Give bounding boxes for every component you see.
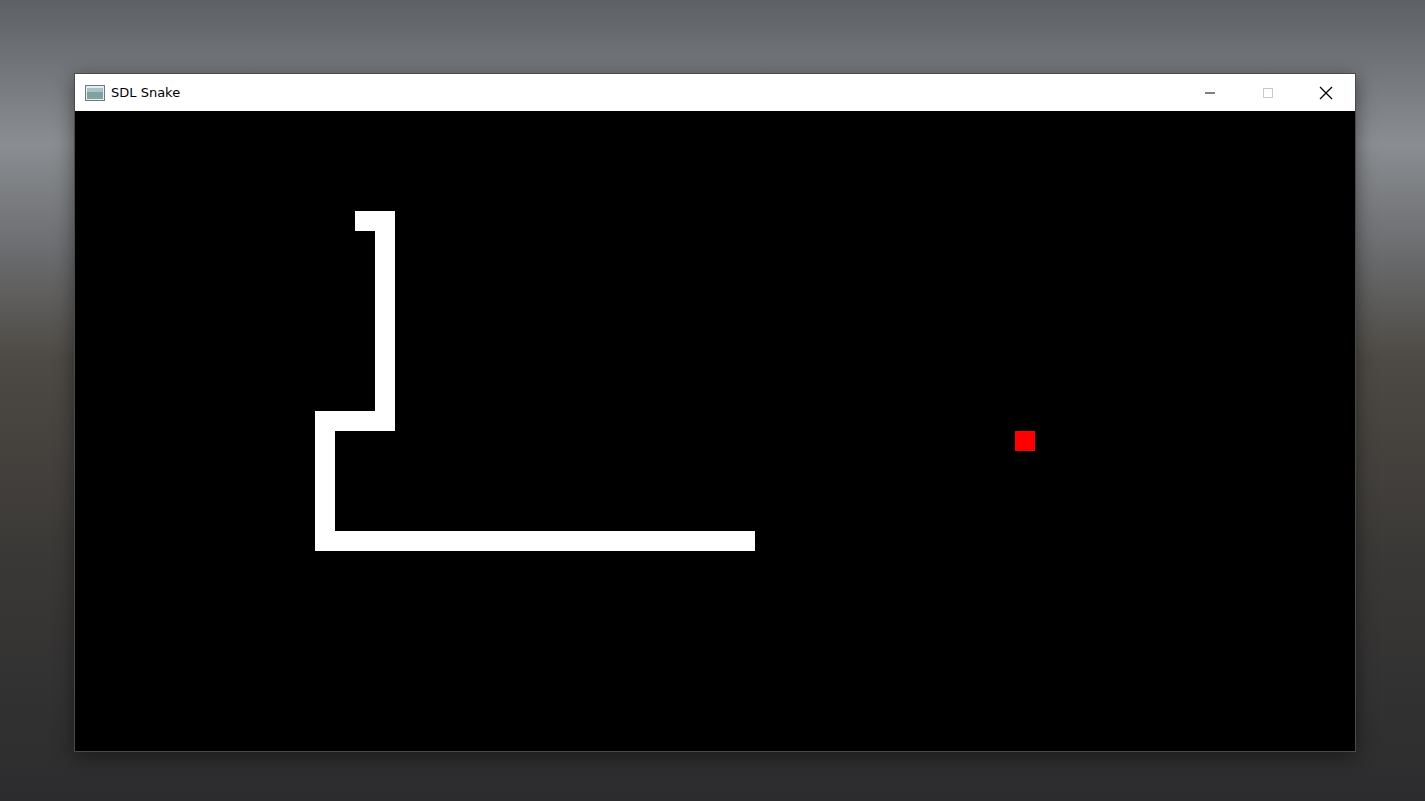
food — [1015, 431, 1035, 451]
snake-segment — [315, 451, 335, 471]
snake-segment — [535, 531, 555, 551]
snake-segment — [315, 431, 335, 451]
snake-segment — [315, 491, 335, 511]
snake-segment — [315, 531, 335, 551]
snake-segment — [635, 531, 655, 551]
snake-segment — [735, 531, 755, 551]
desktop: SDL Snake — [0, 0, 1425, 801]
close-icon — [1319, 86, 1333, 100]
maximize-icon — [1262, 87, 1274, 99]
snake-segment — [315, 411, 335, 431]
snake-segment — [515, 531, 535, 551]
snake-segment — [375, 291, 395, 311]
snake-segment — [475, 531, 495, 551]
snake-segment — [375, 391, 395, 411]
snake-segment — [715, 531, 735, 551]
snake-segment — [375, 311, 395, 331]
snake-segment — [375, 531, 395, 551]
snake-segment — [415, 531, 435, 551]
app-icon — [85, 85, 105, 101]
maximize-button — [1239, 74, 1297, 111]
snake-segment — [555, 531, 575, 551]
snake-segment — [335, 411, 355, 431]
snake-segment — [695, 531, 715, 551]
snake-segment — [315, 511, 335, 531]
snake-segment — [495, 531, 515, 551]
snake-segment — [655, 531, 675, 551]
snake-segment — [395, 531, 415, 551]
snake-segment — [575, 531, 595, 551]
title-bar[interactable]: SDL Snake — [75, 74, 1355, 111]
snake-segment — [375, 211, 395, 231]
snake-segment — [315, 471, 335, 491]
window-controls — [1181, 74, 1355, 111]
snake-segment — [355, 531, 375, 551]
snake-segment — [375, 271, 395, 291]
snake-segment — [375, 351, 395, 371]
snake-segment — [335, 531, 355, 551]
snake-segment — [455, 531, 475, 551]
window-title: SDL Snake — [111, 85, 1181, 100]
snake-segment — [375, 411, 395, 431]
snake-segment — [375, 331, 395, 351]
snake-segment — [375, 371, 395, 391]
close-button[interactable] — [1297, 74, 1355, 111]
snake-segment — [355, 411, 375, 431]
snake-segment — [595, 531, 615, 551]
snake-segment — [435, 531, 455, 551]
snake-segment — [675, 531, 695, 551]
game-board — [75, 111, 1355, 751]
snake-segment — [375, 231, 395, 251]
snake-segment — [355, 211, 375, 231]
minimize-icon — [1204, 87, 1216, 99]
app-window: SDL Snake — [74, 73, 1356, 752]
minimize-button[interactable] — [1181, 74, 1239, 111]
snake-segment — [375, 251, 395, 271]
snake-segment — [615, 531, 635, 551]
